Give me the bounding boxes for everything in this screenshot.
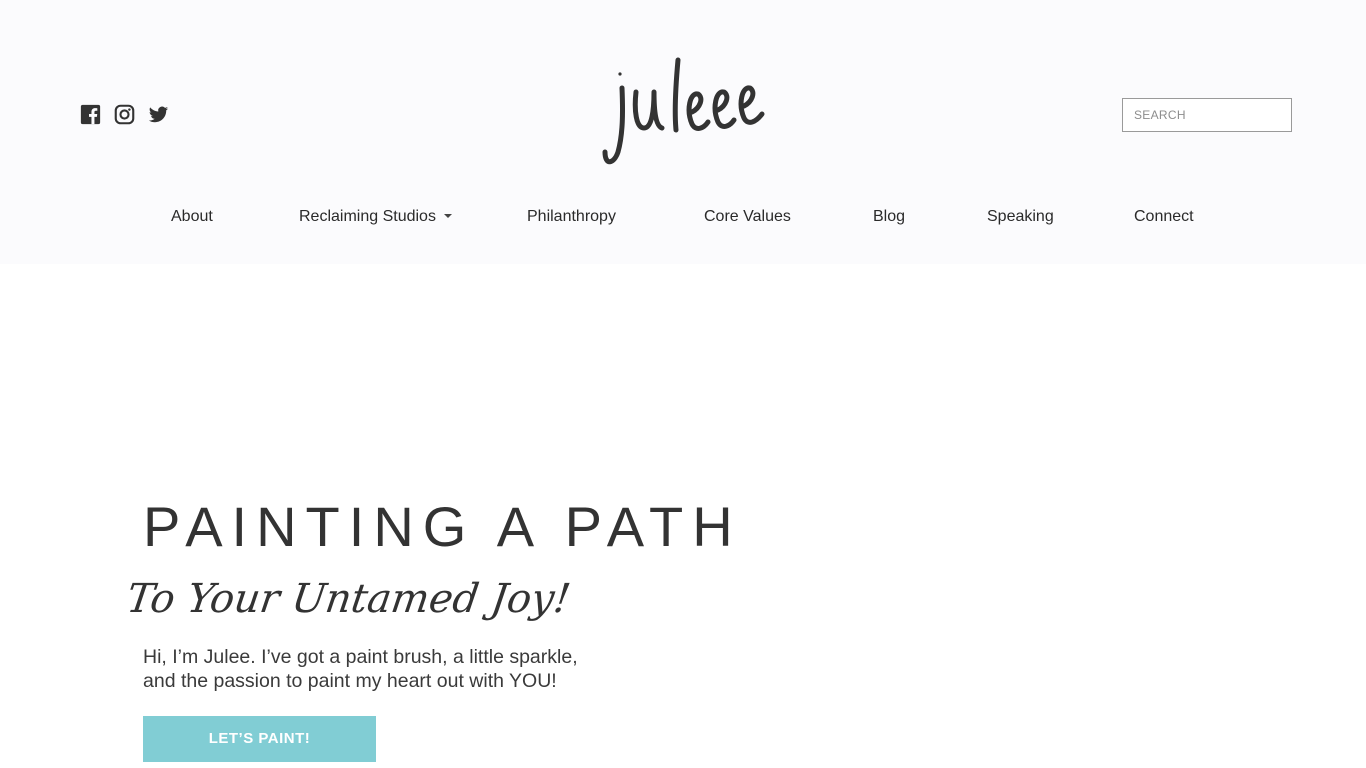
main-nav: About Reclaiming Studios Philanthropy Co… [0,206,1366,228]
facebook-icon[interactable] [80,104,101,125]
nav-item-speaking[interactable]: Speaking [987,206,1054,228]
nav-item-about[interactable]: About [171,206,213,228]
hero-intro-line-1: Hi, I’m Julee. I’ve got a paint brush, a… [143,646,578,668]
site-logo[interactable] [596,52,772,170]
nav-item-philanthropy[interactable]: Philanthropy [527,206,616,228]
hero-intro: Hi, I’m Julee. I’ve got a paint brush, a… [143,645,578,693]
lets-paint-button[interactable]: LET’S PAINT! [143,716,376,762]
hero-intro-line-2: and the passion to paint my heart out wi… [143,670,557,692]
social-links [80,104,169,125]
search-input[interactable] [1122,98,1292,132]
nav-item-blog[interactable]: Blog [873,206,905,228]
caret-down-icon [443,214,452,218]
hero-title: PAINTING A PATH [143,495,742,558]
site-header: About Reclaiming Studios Philanthropy Co… [0,0,1366,264]
hero-script-tagline: To Your Untamed Joy! [124,564,573,634]
nav-item-reclaiming-studios[interactable]: Reclaiming Studios [299,206,452,228]
nav-item-core-values[interactable]: Core Values [704,206,791,228]
twitter-icon[interactable] [148,104,169,125]
hero-script-text: To Your Untamed Joy! [124,576,573,622]
nav-item-connect[interactable]: Connect [1134,206,1194,228]
nav-item-label: Reclaiming Studios [299,208,436,225]
instagram-icon[interactable] [114,104,135,125]
